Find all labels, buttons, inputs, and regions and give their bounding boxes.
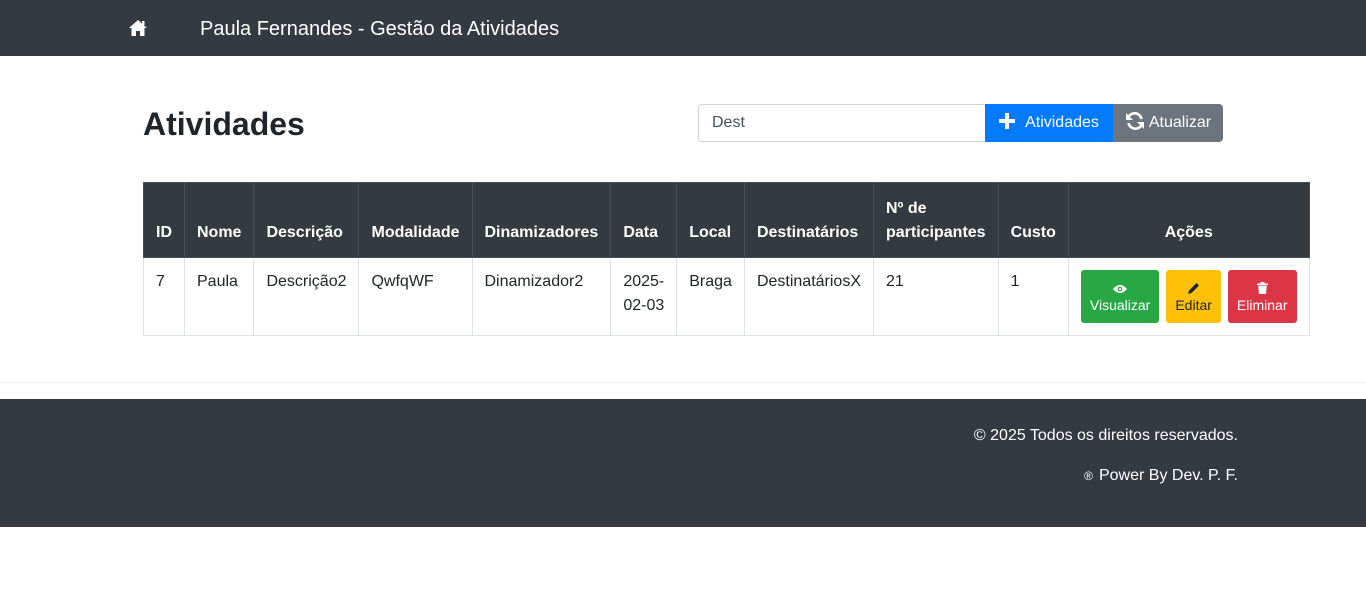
col-header-participantes-line1: Nº de xyxy=(885,200,927,217)
col-header-participantes-line2: participantes xyxy=(885,224,986,241)
pencil-icon xyxy=(1187,280,1200,294)
content-divider xyxy=(0,382,1366,383)
cell-data-line1: 2025- xyxy=(623,273,665,290)
trash-icon xyxy=(1256,280,1268,294)
col-header-modalidade: Modalidade xyxy=(358,182,473,258)
cell-dinamizadores: Dinamizador2 xyxy=(471,257,612,336)
home-icon[interactable] xyxy=(128,19,148,37)
cell-participantes: 21 xyxy=(872,257,999,336)
top-navbar: Paula Fernandes - Gestão da Atividades xyxy=(0,0,1366,56)
delete-button[interactable]: Eliminar xyxy=(1227,270,1297,323)
cell-data: 2025- 02-03 xyxy=(610,257,678,336)
plus-icon xyxy=(999,112,1016,134)
add-activity-label: Atividades xyxy=(1025,114,1099,131)
eye-icon xyxy=(1113,280,1128,293)
search-toolbar: Atividades Atualizar xyxy=(698,104,1223,142)
footer-copyright: © 2025 Todos os direitos reservados. xyxy=(973,427,1238,444)
col-header-custo: Custo xyxy=(997,182,1069,258)
delete-label: Eliminar xyxy=(1236,296,1288,313)
add-activity-button[interactable]: Atividades xyxy=(985,104,1113,142)
cell-custo: 1 xyxy=(997,257,1069,336)
view-button[interactable]: Visualizar xyxy=(1080,270,1160,323)
cell-nome: Paula xyxy=(183,257,255,336)
refresh-icon xyxy=(1125,111,1145,135)
col-header-participantes: Nº de participantes xyxy=(872,182,999,258)
table-header-row: ID Nome Descrição Modalidade Dinamizador… xyxy=(143,182,1310,258)
page-title: Atividades xyxy=(143,106,305,142)
cell-destinatarios: DestinatáriosX xyxy=(743,257,874,336)
page-footer: © 2025 Todos os direitos reservados. ® Po… xyxy=(0,399,1366,527)
col-header-acoes: Ações xyxy=(1067,182,1310,258)
col-header-data: Data xyxy=(610,182,678,258)
col-header-local: Local xyxy=(676,182,745,258)
cell-acoes: Visualizar Editar Eliminar xyxy=(1067,257,1310,336)
view-label: Visualizar xyxy=(1089,296,1151,313)
refresh-button[interactable]: Atualizar xyxy=(1113,104,1223,142)
cell-id: 7 xyxy=(143,257,185,336)
col-header-dinamizadores: Dinamizadores xyxy=(471,182,612,258)
cell-modalidade: QwfqWF xyxy=(358,257,473,336)
col-header-descricao: Descrição xyxy=(253,182,360,258)
col-header-destinatarios: Destinatários xyxy=(743,182,874,258)
edit-label: Editar xyxy=(1175,296,1212,313)
registered-symbol: ® xyxy=(1084,469,1093,483)
search-input[interactable] xyxy=(698,104,985,142)
footer-power: ® Power By Dev. P. F. xyxy=(1084,466,1238,486)
col-header-id: ID xyxy=(143,182,185,258)
row-actions: Visualizar Editar Eliminar xyxy=(1080,270,1297,323)
footer-power-text: Power By Dev. P. F. xyxy=(1098,467,1238,484)
cell-local: Braga xyxy=(676,257,745,336)
refresh-label: Atualizar xyxy=(1148,114,1212,131)
cell-descricao: Descrição2 xyxy=(253,257,360,336)
col-header-nome: Nome xyxy=(183,182,255,258)
edit-button[interactable]: Editar xyxy=(1166,270,1221,323)
activities-table: ID Nome Descrição Modalidade Dinamizador… xyxy=(143,182,1310,336)
brand-link[interactable]: Paula Fernandes - Gestão da Atividades xyxy=(200,17,559,41)
cell-data-line2: 02-03 xyxy=(623,297,665,314)
table-row: 7 Paula Descrição2 QwfqWF Dinamizador2 2… xyxy=(143,257,1310,336)
